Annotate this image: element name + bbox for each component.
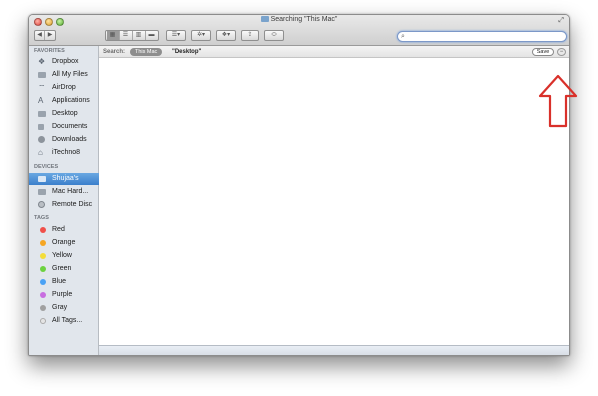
favorites-heading: FAVORITES xyxy=(34,48,65,54)
sidebar-item-dropbox[interactable]: ❖ Dropbox xyxy=(29,56,99,68)
sidebar-item-label: Documents xyxy=(52,123,88,130)
sidebar-item-label: Downloads xyxy=(52,136,87,143)
hard-disk-icon xyxy=(38,189,46,195)
cover-flow-icon[interactable]: ▬ xyxy=(146,31,158,40)
tag-color-dot-icon xyxy=(40,253,46,259)
dropbox-icon: ❖ xyxy=(38,57,46,66)
scope-this-mac-button[interactable]: This Mac xyxy=(130,48,163,56)
devices-heading: DEVICES xyxy=(34,164,59,170)
sidebar-item-all-my-files[interactable]: All My Files xyxy=(29,69,99,81)
sidebar-item-documents[interactable]: Documents xyxy=(29,121,99,133)
magnifier-icon: ⌕ xyxy=(401,33,405,40)
sidebar-item-remote-disc[interactable]: Remote Disc xyxy=(29,199,99,211)
tag-color-dot-icon xyxy=(40,279,46,285)
sidebar-item-label: Purple xyxy=(52,291,73,298)
sidebar-item-shujaas[interactable]: Shujaa's xyxy=(29,173,99,185)
laptop-icon xyxy=(38,176,46,182)
sidebar-tag-yellow[interactable]: Yellow xyxy=(29,250,99,262)
sidebar-item-itechno8[interactable]: ⌂ iTechno8 xyxy=(29,147,99,159)
fullscreen-icon[interactable]: ⤢ xyxy=(558,17,564,25)
sidebar-tag-gray[interactable]: Gray xyxy=(29,302,99,314)
search-scope-bar: Search: This Mac "Desktop" Save − xyxy=(99,46,569,58)
tag-color-dot-icon xyxy=(40,292,46,298)
sidebar-item-label: Blue xyxy=(52,278,67,285)
share-icon[interactable]: ⇪ xyxy=(241,30,259,41)
tag-color-dot-icon xyxy=(40,227,46,233)
window-title-text: Searching "This Mac" xyxy=(270,16,338,23)
list-view-icon[interactable]: ☰ xyxy=(120,31,133,40)
sidebar-item-label: Orange xyxy=(52,239,76,246)
back-forward-control: ◀ ▶ xyxy=(34,30,56,41)
finder-window: Searching "This Mac" ⤢ ◀ ▶ ▦ ☰ ▥ ▬ ☰▾ ✲▾ ❖▾ … xyxy=(28,14,570,356)
sidebar-item-applications[interactable]: A Applications xyxy=(29,95,99,107)
sidebar: FAVORITES ❖ Dropbox All My Files ⌔ AirDr… xyxy=(29,46,99,355)
sidebar-tag-blue[interactable]: Blue xyxy=(29,276,99,288)
sidebar-tag-green[interactable]: Green xyxy=(29,263,99,275)
sidebar-item-label: Dropbox xyxy=(52,58,79,65)
up-arrow-icon xyxy=(538,74,578,128)
sidebar-item-downloads[interactable]: Downloads xyxy=(29,134,99,146)
sidebar-item-label: Gray xyxy=(52,304,68,311)
chevron-right-icon[interactable]: ▶ xyxy=(45,31,55,40)
tag-color-dot-icon xyxy=(40,305,46,311)
smart-folder-icon xyxy=(260,16,269,22)
sidebar-item-label: Mac Hard... xyxy=(52,188,89,195)
save-search-button[interactable]: Save xyxy=(532,48,554,56)
sidebar-item-label: Desktop xyxy=(52,110,78,117)
scope-desktop-button[interactable]: "Desktop" xyxy=(172,46,201,58)
column-view-icon[interactable]: ▥ xyxy=(133,31,146,40)
sidebar-item-label: Shujaa's xyxy=(52,175,79,182)
sidebar-item-label: Yellow xyxy=(52,252,72,259)
home-icon: ⌂ xyxy=(38,148,43,157)
gear-icon[interactable]: ✲▾ xyxy=(191,30,211,41)
dropbox-icon[interactable]: ❖▾ xyxy=(216,30,236,41)
chevron-left-icon[interactable]: ◀ xyxy=(35,31,45,40)
applications-icon: A xyxy=(38,96,44,105)
sidebar-item-label: Green xyxy=(52,265,72,272)
icon-view-icon[interactable]: ▦ xyxy=(106,31,120,40)
documents-icon xyxy=(38,124,44,130)
all-files-icon xyxy=(38,72,46,78)
tag-color-dot-icon xyxy=(40,266,46,272)
sidebar-tag-orange[interactable]: Orange xyxy=(29,237,99,249)
sidebar-item-label: iTechno8 xyxy=(52,149,81,156)
search-results-area[interactable]: Search: This Mac "Desktop" Save − xyxy=(99,46,569,355)
search-input[interactable]: ⌕ xyxy=(397,31,567,42)
sidebar-item-desktop[interactable]: Desktop xyxy=(29,108,99,120)
sidebar-item-airdrop[interactable]: ⌔ AirDrop xyxy=(29,82,99,94)
sidebar-item-label: Applications xyxy=(52,97,90,104)
search-scope-label: Search: xyxy=(103,49,126,55)
sidebar-tag-all-tags[interactable]: All Tags... xyxy=(29,315,99,327)
sidebar-item-mac-hard-disk[interactable]: Mac Hard... xyxy=(29,186,99,198)
title-bar[interactable]: Searching "This Mac" ⤢ ◀ ▶ ▦ ☰ ▥ ▬ ☰▾ ✲▾ ❖▾ … xyxy=(29,15,569,46)
sidebar-item-label: Red xyxy=(52,226,65,233)
downloads-icon xyxy=(38,136,45,143)
desktop-icon xyxy=(38,111,46,117)
sidebar-item-label: AirDrop xyxy=(52,84,76,91)
view-mode-control: ▦ ☰ ▥ ▬ xyxy=(105,30,159,41)
sidebar-tag-red[interactable]: Red xyxy=(29,224,99,236)
tag-color-dot-icon xyxy=(40,240,46,246)
tag-color-dot-icon xyxy=(40,318,46,324)
tag-icon[interactable]: ⬭ xyxy=(264,30,284,41)
arrange-menu-icon[interactable]: ☰▾ xyxy=(166,30,186,41)
airdrop-icon: ⌔ xyxy=(38,83,46,92)
status-bar xyxy=(99,345,569,355)
sidebar-item-label: All My Files xyxy=(52,71,88,78)
window-title: Searching "This Mac" xyxy=(29,16,569,23)
sidebar-item-label: All Tags... xyxy=(52,317,83,324)
remove-criteria-button[interactable]: − xyxy=(557,48,566,56)
sidebar-tag-purple[interactable]: Purple xyxy=(29,289,99,301)
tags-heading: TAGS xyxy=(34,215,49,221)
sidebar-item-label: Remote Disc xyxy=(52,201,93,208)
disc-icon xyxy=(38,201,45,208)
